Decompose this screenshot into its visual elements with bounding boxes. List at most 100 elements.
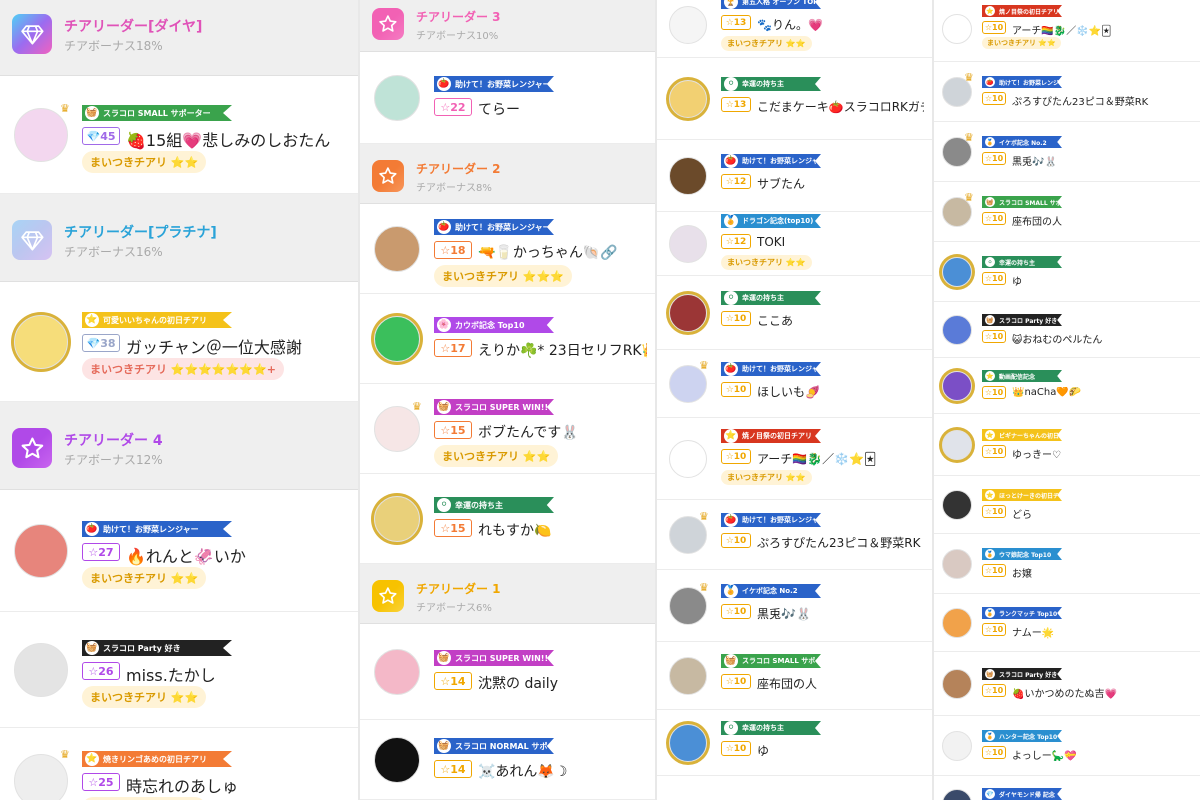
user-name[interactable]: 😺おねむのペルたん — [1012, 331, 1192, 346]
user-name[interactable]: TOKI — [757, 235, 924, 249]
user-name[interactable]: こだまケーキ🍅スラコロRKガチ — [757, 98, 924, 115]
list-item[interactable]: ⚪ 幸運の持ち主 ☆ 10 ゆ — [657, 710, 932, 776]
avatar-green-frame[interactable] — [374, 316, 420, 362]
user-name[interactable]: ここあ — [757, 312, 924, 329]
user-name[interactable]: 黒兎🎶🐰 — [757, 605, 924, 622]
list-item[interactable]: ⚪ 幸運の持ち主 ☆ 10 ゆ — [934, 242, 1200, 302]
list-item[interactable]: ⭐ 可愛いいちゃんの初日チアリ 💎 38 ガッチャン＠一位大感謝 まいつきチアリ ⭐⭐⭐⭐… — [0, 282, 358, 402]
user-name[interactable]: 時忘れのあしゅ — [126, 773, 350, 797]
user-name[interactable]: ぷろすぴたん23ピコ＆野菜RK — [1012, 93, 1192, 108]
avatar-car[interactable] — [942, 789, 972, 800]
user-name[interactable]: ぷろすぴたん23ピコ＆野菜RK — [757, 534, 924, 551]
user-name[interactable]: ほしいも🍠 — [757, 383, 924, 400]
list-item[interactable]: 🧺 スラコロ Party 好き ☆ 10 😺おねむのペルたん — [934, 302, 1200, 358]
user-name[interactable]: お嬢 — [1012, 565, 1192, 580]
user-name[interactable]: 🔥れんと🦑いか — [126, 543, 350, 567]
list-item[interactable]: 💎ダイヤモンド帰 記念☆10ふなっしーのペコ*✨🍐 — [934, 776, 1200, 800]
avatar-brown-hair[interactable] — [374, 226, 420, 272]
user-name[interactable]: ゆ — [757, 742, 924, 759]
list-item[interactable]: ♛ 🍅 助けて！お野菜レンジャー ☆ 10 ほしいも🍠 — [657, 350, 932, 418]
avatar-screen[interactable] — [374, 75, 420, 121]
list-item[interactable]: ⚪ 幸運の持ち主 ☆ 15 れもすか🍋 — [360, 474, 655, 564]
avatar-red-frame[interactable] — [669, 294, 707, 332]
list-item[interactable]: 🏅 ハンター記念 Top10 ☆ 10 よっしー🦕💝 — [934, 716, 1200, 776]
user-name[interactable]: えりか☘️* 23日セリフRK👑 — [478, 340, 647, 360]
list-item[interactable]: ♛ 🍅 助けて！お野菜レンジャー ☆10 ぷろすぴたん23ピコ＆野菜RK — [934, 62, 1200, 122]
user-name[interactable]: どら — [1012, 506, 1192, 521]
user-name[interactable]: ボブたんです🐰 — [478, 422, 647, 442]
avatar-white-hair-2[interactable] — [942, 430, 972, 460]
list-item[interactable]: 🏆 第五人格 オープン TOP10 ☆ 13 🐾りん。💗 まいつきチアリ ⭐⭐ — [657, 0, 932, 58]
user-name[interactable]: 🍓いかつめのたぬ吉💗 — [1012, 685, 1192, 700]
list-item[interactable]: ♛ 🏅 イケボ記念 No.2 ☆ 10 黒兎🎶🐰 — [934, 122, 1200, 182]
avatar-rainbow[interactable] — [669, 440, 707, 478]
user-name[interactable]: 🐾りん。💗 — [757, 16, 924, 33]
avatar-pale-girl[interactable] — [942, 549, 972, 579]
list-item[interactable]: 🍅 助けて！お野菜レンジャー ☆ 18 🔫🥛かっちゃん🐚🔗 まいつきチアリ ⭐⭐⭐ — [360, 204, 655, 294]
user-name[interactable]: miss.たかし — [126, 662, 350, 686]
avatar-sketch[interactable] — [14, 643, 68, 697]
list-item[interactable]: ⭐ 焼ノ目祭の初日チアリ ☆ 10 アーチ🏳️‍🌈🐉／❄️⭐🃏 まいつきチアリ ⭐⭐ — [934, 0, 1200, 62]
avatar-red-hair[interactable] — [14, 524, 68, 578]
list-item[interactable]: 🍅 助けて！お野菜レンジャー ☆ 22 てらー — [360, 52, 655, 144]
list-item[interactable]: ⭐ ほっとけーきの初日チアリ ☆10 どら — [934, 476, 1200, 534]
list-item[interactable]: ⚪ 幸運の持ち主 ☆ 13 こだまケーキ🍅スラコロRKガチ — [657, 58, 932, 140]
avatar-chibi[interactable] — [942, 731, 972, 761]
list-item[interactable]: ♛⭐焼きリンゴあめの初日チアリ☆25時忘れのあしゅまいつきチアリ ⭐⭐ — [0, 728, 358, 800]
user-name[interactable]: てらー — [478, 99, 647, 119]
list-item[interactable]: ⭐ ビギナーちゃんの初日チアリ ☆10 ゆっきー♡ — [934, 414, 1200, 476]
user-name[interactable]: ナムー🌟 — [1012, 624, 1192, 639]
list-item[interactable]: 🧺 スラコロ Party 好き ☆ 10 🍓いかつめのたぬ吉💗 — [934, 652, 1200, 716]
user-name[interactable]: 🔫🥛かっちゃん🐚🔗 — [478, 242, 647, 262]
list-item[interactable]: 🏅 ドラゴン記念(top10) ☆ 12 TOKI まいつきチアリ ⭐⭐ — [657, 212, 932, 276]
user-name[interactable]: アーチ🏳️‍🌈🐉／❄️⭐🃏 — [1012, 22, 1192, 37]
user-name[interactable]: 🍓15組💗悲しみのしおたん — [126, 127, 350, 151]
user-name[interactable]: よっしー🦕💝 — [1012, 747, 1192, 762]
list-item[interactable]: 🏅 ウマ娘記念 Top10 ☆ 10 お嬢 — [934, 534, 1200, 594]
avatar-purple-frame[interactable] — [942, 371, 972, 401]
list-item[interactable]: 🍅 助けて！お野菜レンジャー ☆ 12 サブたん — [657, 140, 932, 212]
user-name[interactable]: 沈黙の daily — [478, 673, 647, 693]
list-item[interactable]: 🧺 スラコロ Party 好き ☆ 26 miss.たかし まいつきチアリ ⭐⭐ — [0, 612, 358, 728]
avatar-rainbow[interactable] — [942, 14, 972, 44]
list-item[interactable]: 🧺 スラコロ SMALL サポーター ☆10 座布団の人 — [657, 642, 932, 710]
user-name[interactable]: サブたん — [757, 175, 924, 192]
user-name[interactable]: アーチ🏳️‍🌈🐉／❄️⭐🃏 — [757, 450, 924, 467]
user-name[interactable]: ガッチャン＠一位大感謝 — [126, 334, 350, 358]
avatar-blue-frame[interactable] — [942, 257, 972, 287]
avatar-yellow-gold-frame[interactable] — [14, 315, 68, 369]
avatar-white-hair[interactable] — [669, 225, 707, 263]
list-item[interactable]: ⭐ 動画配信記念 ☆ 10 👑naCha🧡🌮 — [934, 358, 1200, 414]
list-item[interactable]: 🏅 ランクマッチ Top10 ☆ 10 ナムー🌟 — [934, 594, 1200, 652]
list-item[interactable]: ♛ 🧺 スラコロ SUPER WIN!! ☆ 15 ボブたんです🐰 まいつきチアリ ⭐⭐ — [360, 384, 655, 474]
avatar-pink-hair-2[interactable] — [374, 649, 420, 695]
list-item[interactable]: ♛ 🍅 助けて！お野菜レンジャー ☆10 ぷろすぴたん23ピコ＆野菜RK — [657, 500, 932, 570]
user-name[interactable]: 黒兎🎶🐰 — [1012, 153, 1192, 168]
list-item[interactable]: 🍅 助けて！お野菜レンジャー ☆ 27 🔥れんと🦑いか まいつきチアリ ⭐⭐ — [0, 490, 358, 612]
avatar-brown-girl[interactable] — [942, 669, 972, 699]
avatar-blond-frame[interactable] — [669, 80, 707, 118]
list-item[interactable]: ⚪ 幸運の持ち主 ☆ 10 ここあ — [657, 276, 932, 350]
avatar-cat[interactable] — [669, 657, 707, 695]
user-name[interactable]: ☠️あれん🦊☽ — [478, 761, 647, 781]
user-name[interactable]: 👑naCha🧡🌮 — [1012, 387, 1192, 398]
avatar-fox[interactable] — [942, 608, 972, 638]
list-item[interactable]: 🌸 カウボ記念 Top10 ☆ 17 えりか☘️* 23日セリフRK👑 — [360, 294, 655, 384]
user-name[interactable]: れもすか🍋 — [478, 520, 647, 540]
list-item[interactable]: ♛ 🧺 スラコロ SMALL サポーター ☆10 座布団の人 — [934, 182, 1200, 242]
user-name[interactable]: 座布団の人 — [1012, 213, 1192, 228]
list-item[interactable]: 🧺 スラコロ NORMAL サポーター ☆14 ☠️あれん🦊☽ — [360, 720, 655, 800]
user-name[interactable]: ゆっきー♡ — [1012, 446, 1192, 461]
avatar-pink-hair[interactable] — [14, 108, 68, 162]
avatar-dark-hair[interactable] — [942, 490, 972, 520]
avatar-temple[interactable] — [669, 157, 707, 195]
avatar-dark[interactable] — [374, 737, 420, 783]
list-item[interactable]: ♛ 🧺 スラコロ SMALL サポーター 💎 45 🍓15組💗悲しみのしおたん まいつきチア… — [0, 76, 358, 194]
avatar-gold-frame[interactable] — [374, 496, 420, 542]
list-item[interactable]: 🧺 スラコロ SUPER WIN!! ☆ 14 沈黙の daily — [360, 624, 655, 720]
user-name[interactable]: 座布団の人 — [757, 675, 924, 692]
avatar-white-creature[interactable] — [669, 6, 707, 44]
avatar-blue-hair[interactable] — [942, 315, 972, 345]
list-item[interactable]: ⭐ 焼ノ目祭の初日チアリ ☆ 10 アーチ🏳️‍🌈🐉／❄️⭐🃏 まいつきチアリ ⭐⭐ — [657, 418, 932, 500]
avatar-blue-frame[interactable] — [669, 724, 707, 762]
